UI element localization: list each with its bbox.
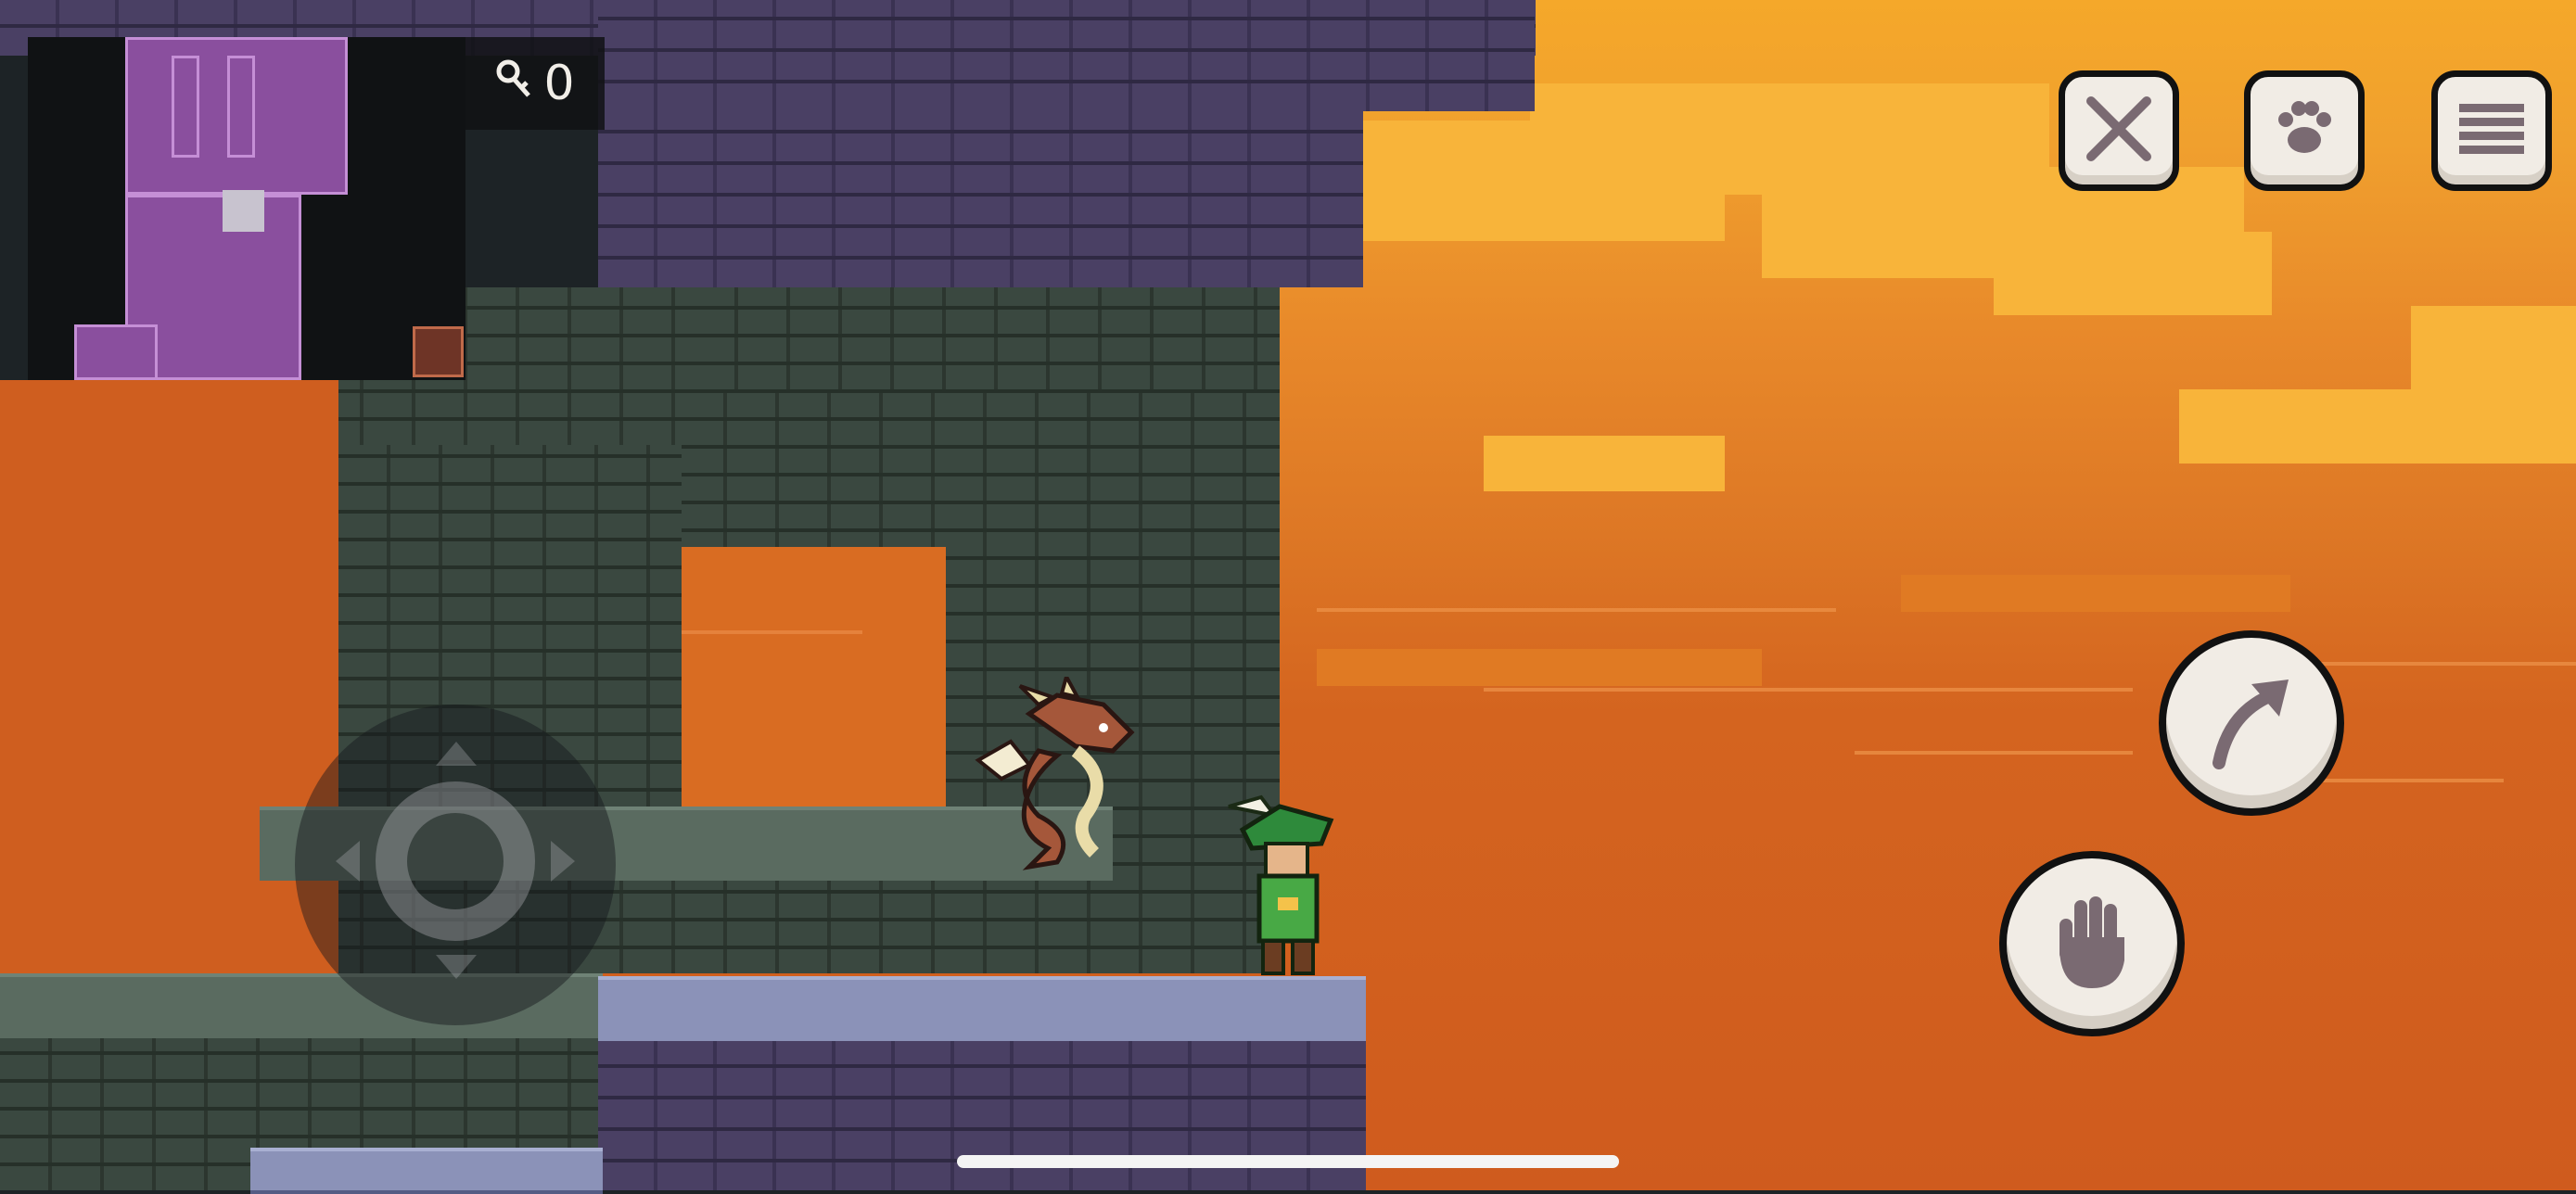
minimap-room [74, 324, 158, 380]
lower-step [250, 1148, 603, 1194]
purple-upper-block [598, 0, 1535, 111]
joystick-right-arrow [551, 841, 575, 882]
key-icon [495, 56, 532, 111]
joystick-down-arrow [436, 955, 477, 979]
joystick-left-arrow [336, 841, 360, 882]
minimap-room [172, 56, 199, 158]
minimap-current-room [223, 190, 264, 232]
menu-button[interactable] [2431, 70, 2552, 191]
jump-arrow-icon [2200, 670, 2302, 776]
left-opening [0, 380, 338, 973]
player-character [1224, 788, 1345, 978]
interact-button[interactable] [1999, 851, 2185, 1036]
tower-window [677, 547, 946, 807]
minimap-marker [413, 326, 464, 377]
crossed-swords-icon [2082, 92, 2156, 170]
pet-button[interactable] [2244, 70, 2365, 191]
key-count: 0 [543, 56, 575, 111]
green-stone-upper [686, 278, 1280, 389]
minimap[interactable] [28, 37, 465, 380]
weapons-button[interactable] [2059, 70, 2179, 191]
paw-icon [2267, 92, 2341, 170]
joystick-knob[interactable] [376, 781, 535, 941]
joystick-up-arrow [436, 742, 477, 766]
hamburger-menu-icon [2455, 96, 2529, 165]
key-counter: 0 [465, 37, 605, 130]
stone-platform [598, 976, 1366, 1045]
dragon-enemy [974, 671, 1150, 881]
home-indicator[interactable] [957, 1155, 1619, 1168]
jump-button[interactable] [2159, 630, 2344, 816]
purple-overhang [598, 111, 1363, 287]
hand-icon [2050, 891, 2134, 997]
minimap-room [227, 56, 255, 158]
